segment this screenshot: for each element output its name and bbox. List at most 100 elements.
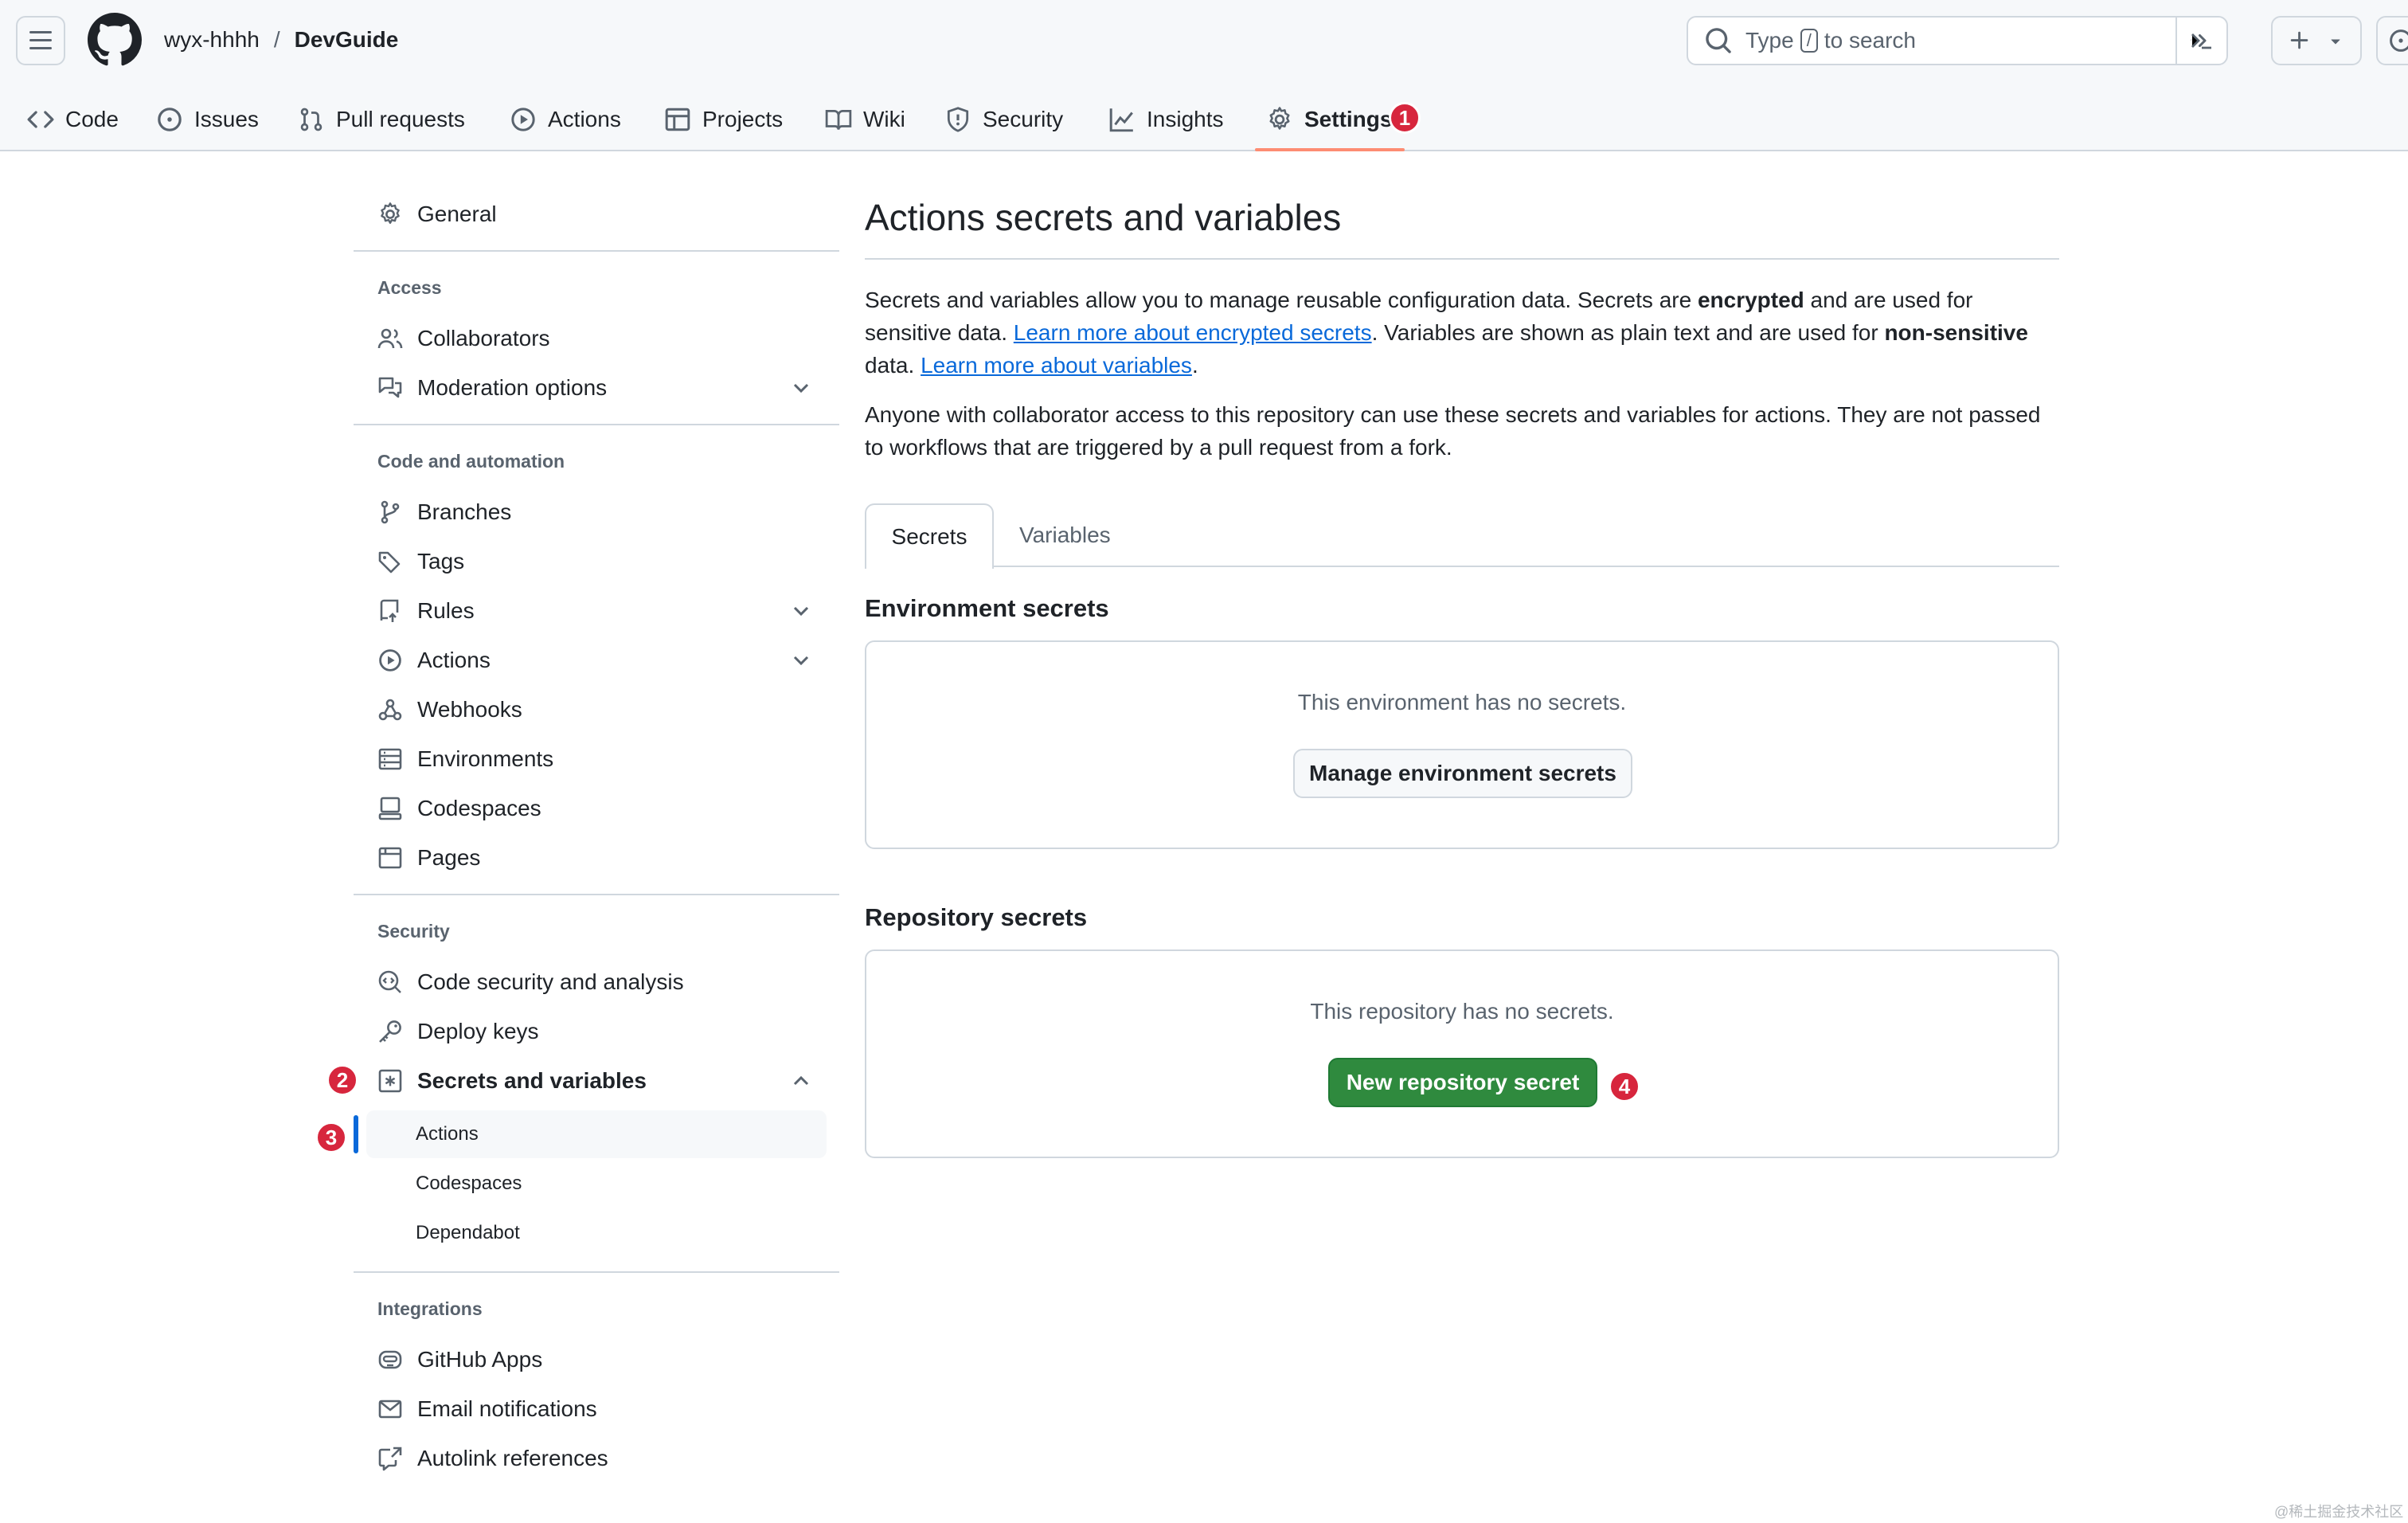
gear-icon: [381, 202, 400, 224]
sidebar-item-webhooks[interactable]: Webhooks: [377, 690, 522, 730]
tab-pull-requests[interactable]: Pull requests: [298, 88, 465, 151]
sidebar-item-codespaces[interactable]: Codespaces: [377, 789, 541, 828]
search-input[interactable]: Type / to search: [1687, 16, 2228, 65]
sidebar-item-moderation-label: Moderation options: [417, 375, 608, 400]
search-placeholder: Type / to search: [1745, 28, 1916, 53]
repository-secrets-box: This repository has no secrets. New repo…: [865, 949, 2059, 1158]
sidebar-item-environments[interactable]: Environments: [377, 739, 553, 779]
sidebar-item-code-security[interactable]: Code security and analysis: [377, 962, 684, 1002]
sidebar-item-moderation[interactable]: Moderation options: [377, 368, 607, 408]
triangle-down-icon: [2331, 39, 2340, 45]
sidebar-item-email-notifications-label: Email notifications: [417, 1396, 597, 1421]
chevron-down-icon[interactable]: [788, 648, 814, 673]
intro-text-4: data.: [865, 353, 921, 378]
sidebar-item-autolink-references[interactable]: Autolink references: [377, 1439, 608, 1478]
server-icon: [378, 748, 402, 770]
sidebar-item-deploy-keys[interactable]: Deploy keys: [377, 1012, 539, 1051]
secrets-variables-tabs: Secrets Variables: [865, 503, 2059, 569]
menu-button[interactable]: [16, 16, 65, 65]
step-badge-3: 3: [315, 1122, 347, 1153]
chevron-down-icon[interactable]: [788, 598, 814, 624]
sidebar-heading-security: Security: [377, 921, 450, 942]
owner-link[interactable]: wyx-hhhh: [164, 24, 260, 56]
tab-insights[interactable]: Insights: [1108, 88, 1224, 151]
tab-projects[interactable]: Projects: [664, 88, 783, 151]
sidebar-item-tags-label: Tags: [417, 549, 465, 574]
command-palette-button[interactable]: [2175, 18, 2226, 64]
tab-security-label: Security: [983, 107, 1064, 131]
repo-header: wyx-hhhh / DevGuide Type / to search Cod…: [0, 0, 2408, 151]
sidebar-item-environments-label: Environments: [417, 746, 554, 771]
tab-pull-requests-label: Pull requests: [336, 107, 465, 131]
step-badge-2: 2: [326, 1064, 358, 1096]
sidebar-item-general[interactable]: General: [377, 194, 497, 234]
environment-secrets-title: Environment secrets: [865, 594, 1109, 622]
play-icon: [379, 649, 401, 671]
sidebar-item-pages-label: Pages: [417, 845, 481, 870]
graph-icon: [1109, 108, 1133, 132]
tab-insights-label: Insights: [1147, 107, 1224, 131]
sidebar-item-actions[interactable]: Actions: [377, 640, 491, 680]
sidebar-subitem-codespaces[interactable]: Codespaces: [416, 1173, 522, 1195]
search-shortcut-key: /: [1800, 29, 1818, 53]
sidebar-active-indicator: [354, 1115, 358, 1153]
sidebar-item-branches[interactable]: Branches: [377, 492, 511, 532]
sidebar-item-general-label: General: [417, 202, 497, 226]
repo-link[interactable]: DevGuide: [295, 24, 399, 56]
chevron-down-icon[interactable]: [788, 375, 814, 401]
codespaces-icon: [378, 797, 402, 820]
tab-issues[interactable]: Issues: [156, 88, 259, 151]
sidebar-subitem-actions[interactable]: Actions: [416, 1123, 479, 1145]
repo-push-icon: [380, 599, 399, 622]
sidebar-item-codespaces-label: Codespaces: [417, 796, 541, 820]
sidebar-item-collaborators[interactable]: Collaborators: [377, 319, 550, 358]
webhook-icon: [378, 699, 402, 721]
chevron-up-icon[interactable]: [788, 1068, 814, 1094]
issue-icon: [2390, 29, 2408, 52]
tab-variables[interactable]: Variables: [1019, 503, 1111, 567]
tab-security[interactable]: Security: [944, 88, 1063, 151]
tab-wiki[interactable]: Wiki: [825, 88, 905, 151]
sidebar-item-pages[interactable]: Pages: [377, 838, 480, 878]
sidebar-item-tags[interactable]: Tags: [377, 542, 464, 581]
page-title: Actions secrets and variables: [865, 197, 1342, 238]
sidebar-heading-code-automation: Code and automation: [377, 451, 565, 472]
gear-icon: [1269, 107, 1290, 130]
key-icon: [379, 1020, 401, 1043]
sidebar-item-secrets-variables[interactable]: Secrets and variables: [377, 1061, 647, 1101]
git-branch-icon: [381, 500, 400, 524]
tab-code[interactable]: Code: [27, 88, 119, 151]
play-icon: [511, 108, 535, 131]
repository-secrets-title: Repository secrets: [865, 903, 1088, 931]
learn-encrypted-secrets-link[interactable]: Learn more about encrypted secrets: [1014, 320, 1372, 345]
sidebar-heading-access: Access: [377, 277, 442, 298]
sidebar-item-rules[interactable]: Rules: [377, 591, 475, 631]
manage-environment-secrets-button[interactable]: Manage environment secrets: [1293, 749, 1632, 798]
hubot-icon: [378, 1350, 402, 1369]
create-new-button[interactable]: [2271, 16, 2362, 65]
tab-actions[interactable]: Actions: [510, 88, 621, 151]
sidebar-item-email-notifications[interactable]: Email notifications: [377, 1389, 597, 1429]
sidebar-subitem-dependabot[interactable]: Dependabot: [416, 1222, 520, 1244]
mail-icon: [378, 1400, 402, 1419]
github-logo-icon[interactable]: [88, 13, 142, 67]
key-asterisk-icon: [378, 1069, 402, 1093]
tab-secrets[interactable]: Secrets: [865, 503, 994, 569]
intro-text-3: . Variables are shown as plain text and …: [1371, 320, 1885, 345]
sidebar-item-github-apps[interactable]: GitHub Apps: [377, 1340, 542, 1380]
tab-actions-label: Actions: [548, 107, 621, 131]
step-badge-4: 4: [1609, 1071, 1640, 1102]
issues-button[interactable]: [2376, 16, 2408, 65]
sidebar-item-actions-label: Actions: [417, 648, 491, 672]
sidebar-heading-integrations: Integrations: [377, 1298, 483, 1319]
learn-variables-link[interactable]: Learn more about variables: [921, 353, 1192, 378]
tab-projects-label: Projects: [702, 107, 784, 131]
new-repository-secret-button[interactable]: New repository secret: [1328, 1058, 1597, 1107]
search-icon: [1706, 28, 1731, 53]
sidebar-item-branches-label: Branches: [417, 499, 512, 524]
plus-icon: [2290, 31, 2308, 49]
tab-settings[interactable]: Settings: [1266, 88, 1392, 151]
terminal-icon: [2191, 33, 2212, 49]
watermark: @稀土掘金技术社区: [2274, 1504, 2404, 1520]
table-icon: [665, 108, 690, 131]
